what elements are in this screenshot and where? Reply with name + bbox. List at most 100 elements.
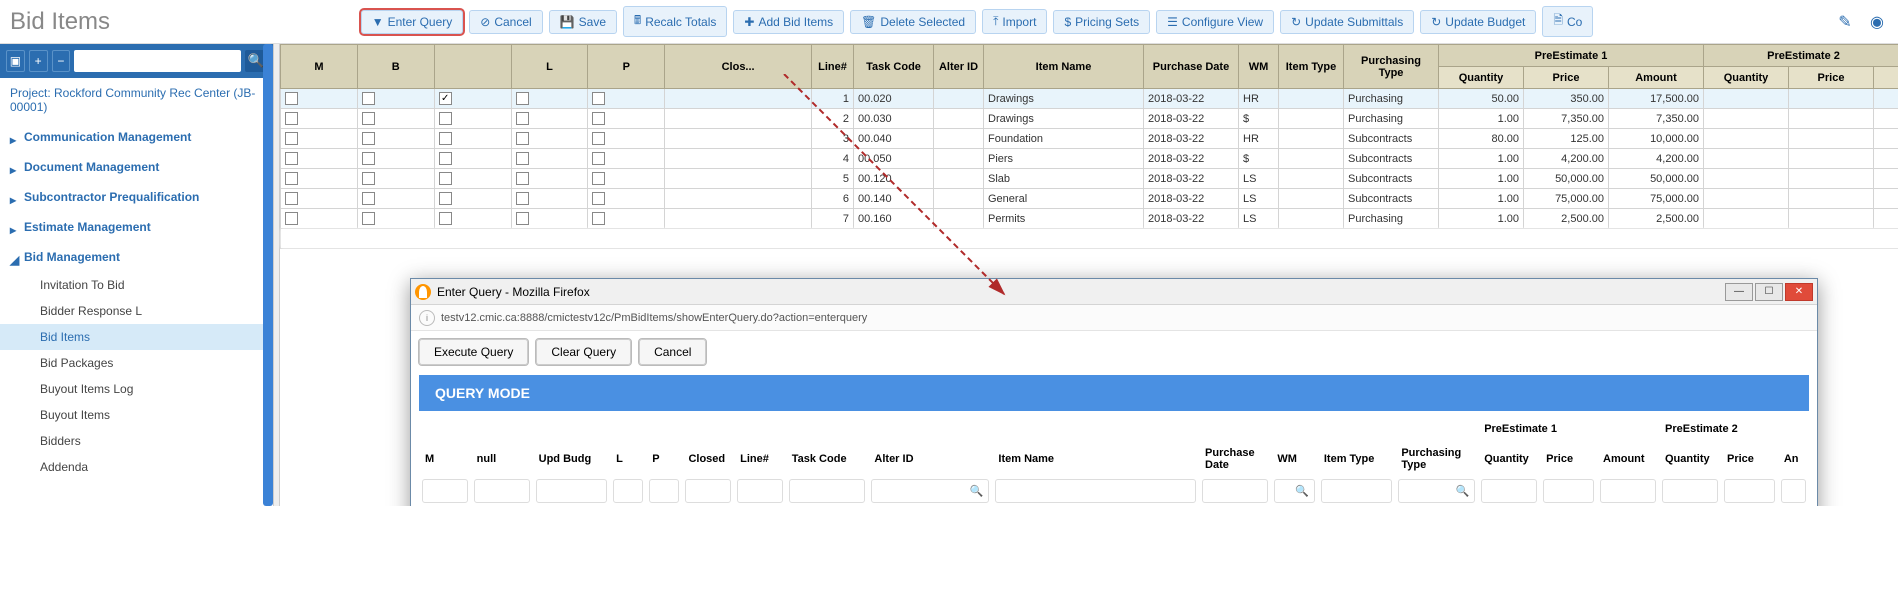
checkbox[interactable] <box>285 152 298 165</box>
q-input-qty[interactable] <box>1481 479 1537 503</box>
sidebar-item-bidders[interactable]: Bidders <box>0 428 273 454</box>
close-button[interactable]: ✕ <box>1785 283 1813 301</box>
col-blank[interactable] <box>434 45 511 89</box>
checkbox-sel[interactable] <box>439 132 452 145</box>
checkbox[interactable] <box>285 192 298 205</box>
q-input-item[interactable] <box>995 479 1196 503</box>
delete-selected-button[interactable]: 🗑Delete Selected <box>850 10 976 34</box>
col-wm[interactable]: WM <box>1239 45 1279 89</box>
col-l[interactable]: L <box>511 45 588 89</box>
maximize-button[interactable]: ☐ <box>1755 283 1783 301</box>
col-ptype[interactable]: Purchasing Type <box>1344 45 1439 89</box>
col-date[interactable]: Purchase Date <box>1144 45 1239 89</box>
q-input-alter[interactable] <box>871 479 989 503</box>
checkbox[interactable] <box>362 132 375 145</box>
pricing-sets-button[interactable]: $Pricing Sets <box>1053 10 1150 34</box>
sidebar-item-buyout-log[interactable]: Buyout Items Log <box>0 376 273 402</box>
checkbox[interactable] <box>516 192 529 205</box>
sidebar-search-input[interactable] <box>74 50 241 72</box>
table-row[interactable]: 500.120Slab2018-03-22LSSubcontracts1.005… <box>281 169 1898 189</box>
checkbox[interactable] <box>362 112 375 125</box>
col-price[interactable]: Price <box>1524 67 1609 89</box>
checkbox[interactable] <box>285 92 298 105</box>
col-qty2[interactable]: Quantity <box>1704 67 1789 89</box>
update-submittals-button[interactable]: ↻Update Submittals <box>1280 10 1414 34</box>
checkbox[interactable] <box>362 172 375 185</box>
q-input-l[interactable] <box>613 479 643 503</box>
q-input-amt[interactable] <box>1600 479 1656 503</box>
q-input-qty2[interactable] <box>1662 479 1718 503</box>
q-input-price[interactable] <box>1543 479 1594 503</box>
checkbox[interactable] <box>362 192 375 205</box>
q-input-wm[interactable] <box>1274 479 1314 503</box>
table-row[interactable]: 600.140General2018-03-22LSSubcontracts1.… <box>281 189 1898 209</box>
import-button[interactable]: ⤒Import <box>982 9 1047 34</box>
q-input-task[interactable] <box>789 479 866 503</box>
q-input-p[interactable] <box>649 479 679 503</box>
sidebar-item-bid-packages[interactable]: Bid Packages <box>0 350 273 376</box>
checkbox[interactable] <box>516 132 529 145</box>
checkbox[interactable] <box>592 152 605 165</box>
col-amt[interactable]: Amount <box>1609 67 1704 89</box>
table-row[interactable]: 300.040Foundation2018-03-22HRSubcontract… <box>281 129 1898 149</box>
sidebar-item-document[interactable]: ▸Document Management <box>0 152 273 182</box>
q-input-line[interactable] <box>737 479 783 503</box>
sidebar-item-subcontractor[interactable]: ▸Subcontractor Prequalification <box>0 182 273 212</box>
table-row[interactable]: 100.020Drawings2018-03-22HRPurchasing50.… <box>281 89 1898 109</box>
sidebar-item-communication[interactable]: ▸Communication Management <box>0 122 273 152</box>
sidebar-expand-button[interactable]: ▣ <box>6 50 25 72</box>
checkbox[interactable] <box>592 132 605 145</box>
q-input-price2[interactable] <box>1724 479 1775 503</box>
table-row[interactable]: 700.160Permits2018-03-22LSPurchasing1.00… <box>281 209 1898 229</box>
minimize-button[interactable]: — <box>1725 283 1753 301</box>
checkbox[interactable] <box>592 92 605 105</box>
checkbox[interactable] <box>285 212 298 225</box>
q-input-date[interactable] <box>1202 479 1268 503</box>
checkbox[interactable] <box>285 172 298 185</box>
col-pre2[interactable]: PreEstimate 2 <box>1704 45 1898 67</box>
col-item-type[interactable]: Item Type <box>1279 45 1344 89</box>
checkbox[interactable] <box>592 212 605 225</box>
sidebar-remove-button[interactable]: − <box>52 50 71 72</box>
checkbox[interactable] <box>362 92 375 105</box>
execute-query-button[interactable]: Execute Query <box>419 339 528 365</box>
q-input-itype[interactable] <box>1321 479 1392 503</box>
checkbox[interactable] <box>285 112 298 125</box>
checkbox[interactable] <box>362 152 375 165</box>
sidebar-item-bid-items[interactable]: Bid Items <box>0 324 273 350</box>
configure-view-button[interactable]: ☰Configure View <box>1156 10 1274 34</box>
q-input-ptype[interactable] <box>1398 479 1475 503</box>
col-price2[interactable]: Price <box>1789 67 1874 89</box>
col-p[interactable]: P <box>588 45 665 89</box>
checkbox-sel[interactable] <box>439 152 452 165</box>
clear-query-button[interactable]: Clear Query <box>536 339 631 365</box>
col-amt2[interactable] <box>1874 67 1898 89</box>
col-b[interactable]: B <box>357 45 434 89</box>
checkbox[interactable] <box>516 92 529 105</box>
sidebar-item-addenda[interactable]: Addenda <box>0 454 273 480</box>
col-line[interactable]: Line# <box>812 45 854 89</box>
sidebar-item-estimate[interactable]: ▸Estimate Management <box>0 212 273 242</box>
checkbox-sel[interactable] <box>439 112 452 125</box>
col-m[interactable]: M <box>281 45 358 89</box>
cancel-button[interactable]: ⊘Cancel <box>469 10 542 34</box>
checkbox[interactable] <box>516 212 529 225</box>
col-qty[interactable]: Quantity <box>1439 67 1524 89</box>
checkbox[interactable] <box>516 172 529 185</box>
q-input-m[interactable] <box>422 479 468 503</box>
enter-query-button[interactable]: ▼Enter Query <box>361 10 464 34</box>
add-bid-items-button[interactable]: ✚Add Bid Items <box>733 10 844 34</box>
recalc-totals-button[interactable]: 🖩Recalc Totals <box>623 6 727 37</box>
checkbox-sel[interactable] <box>439 92 452 105</box>
checkbox[interactable] <box>592 192 605 205</box>
col-item-name[interactable]: Item Name <box>984 45 1144 89</box>
checkbox-sel[interactable] <box>439 192 452 205</box>
cancel-query-button[interactable]: Cancel <box>639 339 706 365</box>
sidebar-item-bid-management[interactable]: ◢Bid Management <box>0 242 273 272</box>
col-alter[interactable]: Alter ID <box>934 45 984 89</box>
checkbox[interactable] <box>592 172 605 185</box>
co-button[interactable]: 🗎Co <box>1542 6 1593 37</box>
sidebar-search-button[interactable]: 🔍 <box>245 50 267 72</box>
info-icon[interactable]: i <box>419 310 435 326</box>
col-task[interactable]: Task Code <box>854 45 934 89</box>
